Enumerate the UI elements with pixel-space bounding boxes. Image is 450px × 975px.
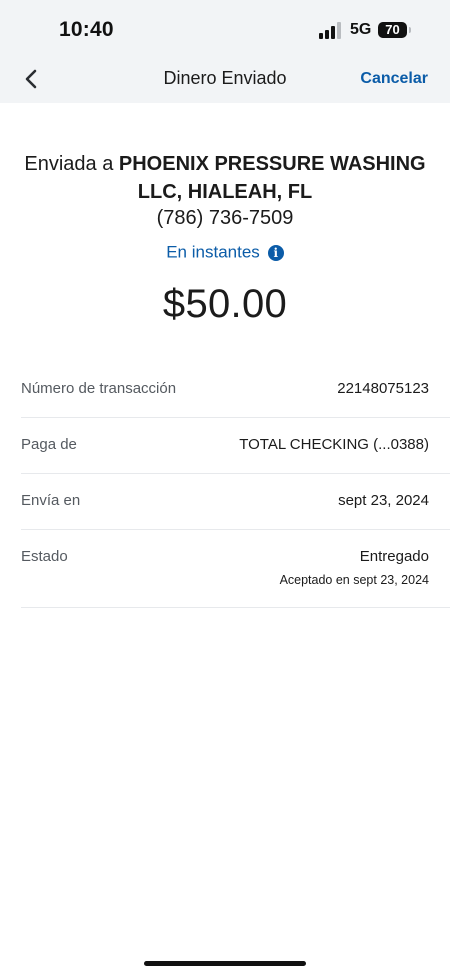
detail-row-pay-from: Paga de TOTAL CHECKING (...0388) <box>21 418 450 474</box>
money-sent-screen: 10:40 5G 70 Dinero Enviado Cancelar Envi… <box>0 0 450 975</box>
battery-icon: 70 <box>378 22 407 38</box>
detail-value: sept 23, 2024 <box>338 492 429 509</box>
amount: $50.00 <box>162 282 288 326</box>
detail-label: Estado <box>21 548 68 565</box>
recipient-line: Enviada a PHOENIX PRESSURE WASHING LLC, … <box>14 150 436 206</box>
delivery-speed-label: En instantes <box>166 242 260 262</box>
recipient-phone: (786) 736-7509 <box>156 207 294 229</box>
detail-row-status: Estado Entregado Aceptado en sept 23, 20… <box>21 530 450 608</box>
transaction-details: Número de transacción 22148075123 Paga d… <box>21 362 450 608</box>
battery-tip <box>409 27 411 33</box>
signal-icon <box>319 21 343 39</box>
detail-value: 22148075123 <box>337 380 429 397</box>
recipient-name: PHOENIX PRESSURE WASHING LLC, HIALEAH, F… <box>118 153 426 203</box>
delivery-speed: En instantes i <box>0 242 450 263</box>
detail-subvalue: Aceptado en sept 23, 2024 <box>279 573 429 587</box>
detail-label: Número de transacción <box>21 380 177 397</box>
detail-label: Envía en <box>21 492 81 509</box>
detail-value: Entregado <box>359 548 429 565</box>
detail-row-transaction-number: Número de transacción 22148075123 <box>21 362 450 418</box>
home-indicator[interactable] <box>144 961 306 966</box>
detail-value: TOTAL CHECKING (...0388) <box>239 436 429 453</box>
detail-label: Paga de <box>21 436 77 453</box>
network-type: 5G <box>350 21 372 38</box>
cancel-button[interactable]: Cancelar <box>360 70 428 88</box>
header-area: 10:40 5G 70 Dinero Enviado Cancelar <box>0 0 450 103</box>
detail-row-send-on: Envía en sept 23, 2024 <box>21 474 450 530</box>
info-icon[interactable]: i <box>267 244 284 261</box>
status-time: 10:40 <box>59 18 114 41</box>
recipient-prefix: Enviada a <box>24 153 119 175</box>
